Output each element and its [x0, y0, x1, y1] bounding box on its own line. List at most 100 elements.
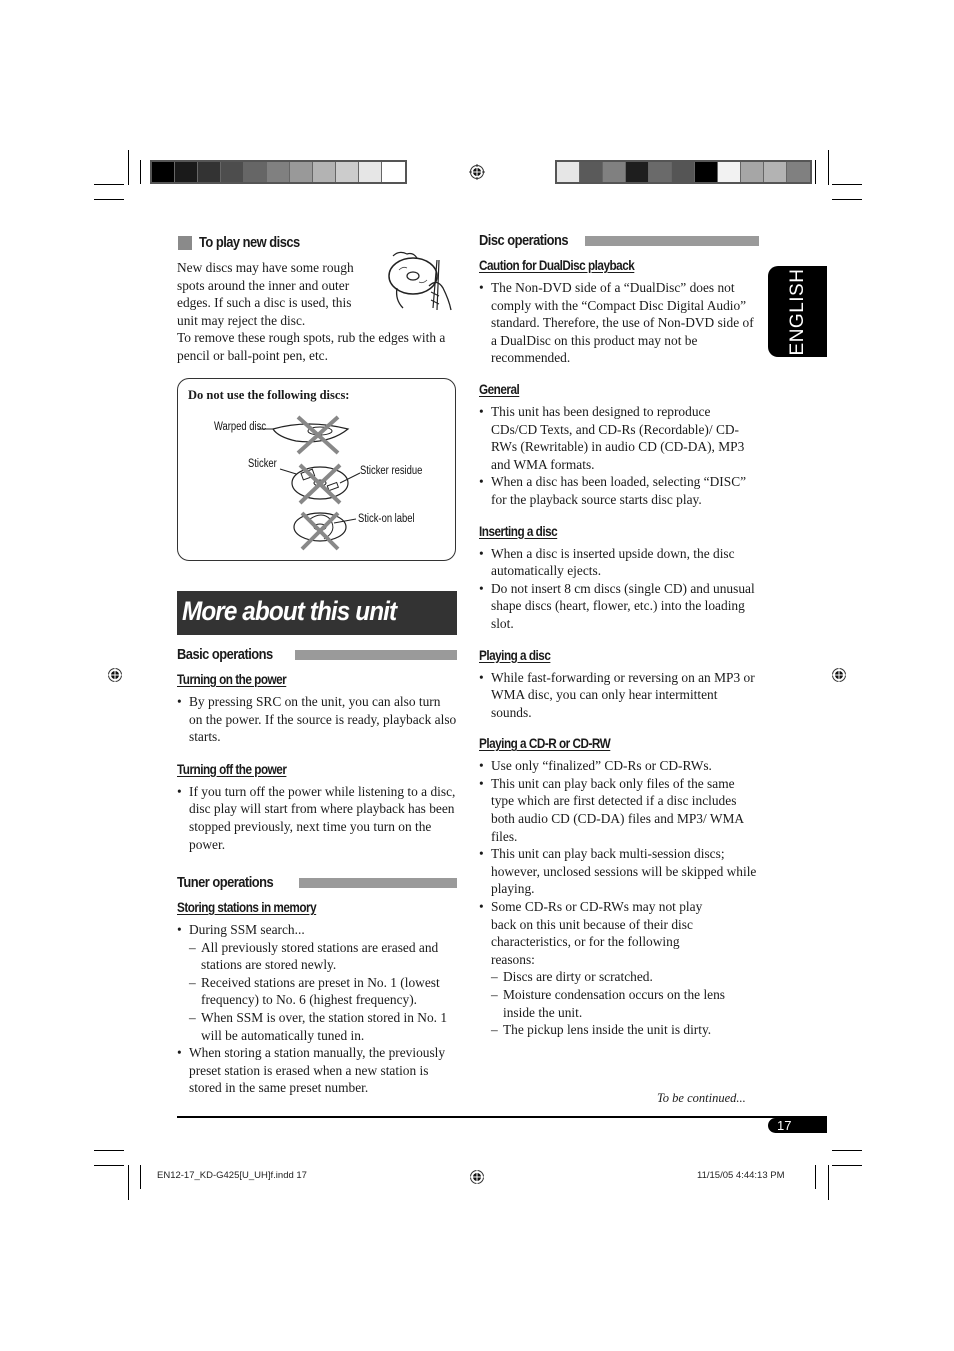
crop-mark	[832, 1150, 862, 1151]
tuner-operations-heading: Tuner operations	[177, 874, 274, 891]
color-swatch	[649, 162, 672, 182]
turning-off-heading: Turning off the power	[177, 760, 287, 777]
crop-mark	[128, 150, 129, 185]
list-item: If you turn off the power while listenin…	[177, 783, 457, 853]
sub-list-item: The pickup lens inside the unit is dirty…	[479, 1021, 759, 1039]
crop-mark	[140, 160, 141, 184]
playing-cdr-heading: Playing a CD-R or CD-RW	[479, 735, 611, 752]
list-item: This unit has been designed to reproduce…	[479, 403, 759, 473]
list-item: Some CD-Rs or CD-RWs may not play back o…	[479, 898, 759, 968]
color-swatch	[626, 162, 649, 182]
color-swatch	[267, 162, 290, 182]
play-new-discs-heading: To play new discs	[199, 234, 300, 251]
registration-mark-icon	[831, 667, 847, 683]
color-swatch	[359, 162, 382, 182]
registration-mark-icon	[107, 667, 123, 683]
color-swatch	[718, 162, 741, 182]
slug-timestamp: 11/15/05 4:44:13 PM	[697, 1170, 785, 1181]
heading-rule	[295, 649, 457, 660]
heading-rule	[299, 877, 457, 888]
color-swatch	[603, 162, 626, 182]
play-new-discs-heading-row: To play new discs	[178, 234, 316, 251]
crop-mark	[94, 1165, 124, 1166]
crop-mark	[832, 199, 862, 200]
color-calibration-bar-left	[150, 160, 407, 184]
language-tab: ENGLISH	[768, 266, 827, 357]
general-list: This unit has been designed to reproduce…	[479, 403, 759, 509]
crop-mark	[815, 160, 816, 184]
basic-operations-heading: Basic operations	[177, 646, 273, 663]
storing-stations-list: During SSM search... All previously stor…	[177, 921, 457, 1097]
color-swatch	[764, 162, 787, 182]
color-swatch	[695, 162, 718, 182]
sub-list-item: Moisture condensation occurs on the lens…	[479, 986, 759, 1021]
crop-mark	[832, 1165, 862, 1166]
color-swatch	[382, 162, 405, 182]
sub-list-item: Received stations are preset in No. 1 (l…	[177, 974, 457, 1009]
crop-mark	[832, 184, 862, 185]
caution-dualdisc-heading: Caution for DualDisc playback	[479, 257, 635, 273]
list-item: The Non-DVD side of a “DualDisc” does no…	[479, 279, 759, 367]
color-swatch	[152, 162, 175, 182]
color-swatch	[672, 162, 695, 182]
basic-operations-section: Basic operations Turning on the power By…	[177, 646, 457, 853]
color-swatch	[175, 162, 198, 182]
chapter-title-banner: More about this unit	[177, 591, 457, 635]
color-swatch	[787, 162, 810, 182]
color-swatch	[290, 162, 313, 182]
disc-operations-section: Disc operations Caution for DualDisc pla…	[479, 232, 759, 1039]
play-new-discs-para2: To remove these rough spots, rub the edg…	[177, 330, 446, 363]
list-item: By pressing SRC on the unit, you can als…	[177, 693, 457, 746]
color-swatch	[741, 162, 764, 182]
cdr-list: Use only “finalized” CD-Rs or CD-RWs. Th…	[479, 757, 759, 1039]
to-be-continued: To be continued...	[657, 1091, 746, 1105]
inserting-disc-heading: Inserting a disc	[479, 522, 558, 539]
crop-mark	[94, 184, 124, 185]
crop-mark	[140, 1165, 141, 1189]
list-item: When a disc has been loaded, selecting “…	[479, 473, 759, 508]
turning-on-heading: Turning on the power	[177, 671, 287, 687]
color-swatch	[244, 162, 267, 182]
color-swatch	[580, 162, 603, 182]
crop-mark	[828, 1165, 829, 1200]
caution-list: The Non-DVD side of a “DualDisc” does no…	[479, 279, 759, 367]
storing-stations-heading: Storing stations in memory	[177, 899, 317, 915]
color-swatch	[557, 162, 580, 182]
list-item: When storing a station manually, the pre…	[177, 1044, 457, 1097]
sub-list-item: When SSM is over, the station stored in …	[177, 1009, 457, 1044]
general-heading: General	[479, 380, 520, 397]
crop-mark	[94, 1150, 124, 1151]
playing-disc-heading: Playing a disc	[479, 646, 551, 663]
footer-rule	[177, 1116, 827, 1118]
slug-filename: EN12-17_KD-G425[U_UH]f.indd 17	[157, 1170, 307, 1181]
sub-list-item: Discs are dirty or scratched.	[479, 968, 759, 986]
page-number: 17	[768, 1118, 827, 1133]
list-item: Use only “finalized” CD-Rs or CD-RWs.	[479, 757, 759, 775]
color-swatch	[221, 162, 244, 182]
crop-mark	[815, 1165, 816, 1189]
list-item: This unit can play back only files of th…	[479, 775, 759, 845]
chapter-title: More about this unit	[182, 596, 397, 626]
list-item: While fast-forwarding or reversing on an…	[479, 669, 759, 722]
disc-operations-heading: Disc operations	[479, 232, 569, 249]
color-swatch	[313, 162, 336, 182]
tuner-operations-section: Tuner operations Storing stations in mem…	[177, 874, 457, 1097]
play-new-discs-para1: New discs may have some rough spots arou…	[177, 260, 354, 328]
list-item: This unit can play back multi-session di…	[479, 845, 759, 898]
list-item: During SSM search...	[177, 921, 457, 939]
language-tab-label: ENGLISH	[786, 268, 808, 355]
list-item: Do not insert 8 cm discs (single CD) and…	[479, 580, 759, 633]
playing-list: While fast-forwarding or reversing on an…	[479, 669, 759, 722]
hand-rubbing-disc-icon	[388, 251, 452, 311]
inserting-list: When a disc is inserted upside down, the…	[479, 545, 759, 633]
turning-off-list: If you turn off the power while listenin…	[177, 783, 457, 853]
turning-on-list: By pressing SRC on the unit, you can als…	[177, 693, 457, 746]
color-swatch	[336, 162, 359, 182]
registration-mark-icon	[469, 164, 485, 180]
crop-mark	[828, 150, 829, 185]
sub-list-item: All previously stored stations are erase…	[177, 939, 457, 974]
list-item: When a disc is inserted upside down, the…	[479, 545, 759, 580]
heading-rule	[585, 235, 759, 246]
disc-diagram-icons	[258, 415, 361, 551]
color-swatch	[198, 162, 221, 182]
